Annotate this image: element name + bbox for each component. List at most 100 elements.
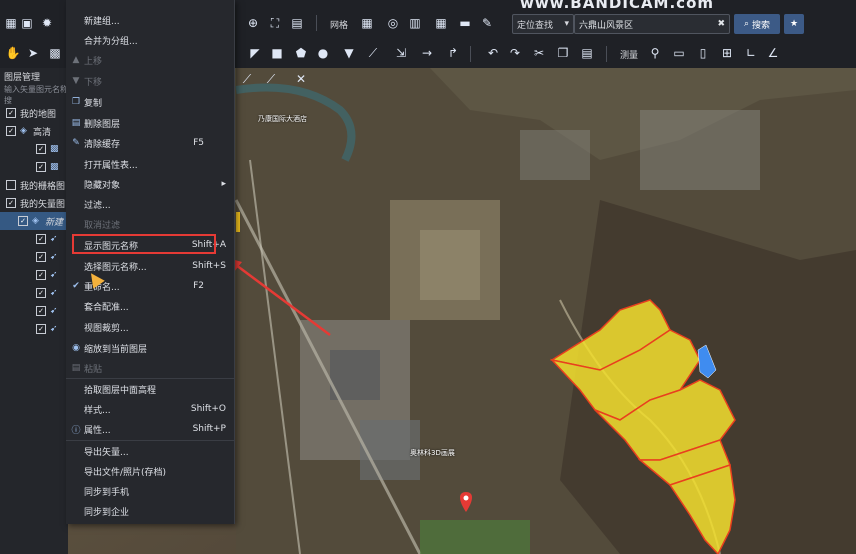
layer-icon[interactable]: ▤ — [288, 14, 306, 32]
check-icon: ✔ — [72, 281, 80, 291]
checkbox[interactable]: ✓ — [36, 270, 46, 280]
checkbox[interactable]: ✓ — [36, 306, 46, 316]
checkbox[interactable]: ✓ — [6, 126, 16, 136]
menu-item-delete-layer[interactable]: ▤ 删除图层 — [66, 113, 234, 133]
checkbox[interactable]: ✓ — [36, 144, 46, 154]
measure-label[interactable]: 测量 — [620, 48, 638, 61]
menu-item-export-vector[interactable]: 导出矢量... — [66, 441, 234, 461]
menu-item-sync-enterprise[interactable]: 同步到企业 — [66, 501, 234, 521]
save-icon[interactable]: ▣ — [18, 14, 36, 32]
vector-icon: ➹ — [50, 234, 58, 244]
circle-icon[interactable]: ● — [314, 44, 332, 62]
distance-icon[interactable]: ▯ — [694, 44, 712, 62]
pin-icon[interactable]: ⚲ — [646, 44, 664, 62]
layer-icon: ◈ — [20, 126, 27, 136]
area-icon[interactable]: ⊞ — [718, 44, 736, 62]
checkbox[interactable]: ✓ — [36, 234, 46, 244]
export-icon[interactable]: ⇲ — [392, 44, 410, 62]
search-input[interactable]: 六鼎山风景区 ✖ — [574, 14, 730, 34]
checkbox[interactable]: ✓ — [6, 108, 16, 118]
submenu-arrow-icon: ▸ — [221, 179, 226, 189]
favorite-button[interactable]: ★ — [784, 14, 804, 34]
context-menu: 新建组... 合并为分组... ▲ 上移 ▼ 下移 ❐ 复制 ▤ 删除图层 ✎ 清除缓存 F… — [66, 0, 235, 524]
map-label-gallery: 奥林科3D画展 — [410, 449, 455, 457]
layer-icon: ▩ — [50, 162, 59, 172]
brush-icon[interactable]: ✎ — [478, 14, 496, 32]
checkbox[interactable]: ✓ — [36, 252, 46, 262]
menu-item-new-group[interactable]: 新建组... — [66, 10, 234, 30]
menu-item-hide-objects[interactable]: 隐藏对象 ▸ — [66, 174, 234, 194]
gear-icon[interactable]: ✹ — [38, 14, 56, 32]
menu-item-style[interactable]: 样式... Shift+O — [66, 399, 234, 419]
menu-item-zoom-to-layer[interactable]: ◉ 缩放到当前图层 — [66, 338, 234, 358]
search-button[interactable]: ⌕ 搜索 — [734, 14, 780, 34]
arrow-right-icon[interactable]: → — [418, 44, 436, 62]
line-edit-icon[interactable]: ⟋ — [364, 44, 382, 62]
window-icon[interactable]: ▬ — [456, 14, 474, 32]
pentagon-icon[interactable]: ⬟ — [292, 44, 310, 62]
menu-item-view-clip[interactable]: 视图裁剪... — [66, 317, 234, 337]
angle-icon[interactable]: ∟ — [742, 44, 760, 62]
locate-select-value: 定位查找 — [517, 20, 554, 31]
image-icon[interactable]: ▩ — [46, 44, 64, 62]
flag-icon[interactable]: ◤ — [246, 44, 264, 62]
arrow-down-icon: ▼ — [72, 76, 80, 86]
checkbox[interactable] — [6, 180, 16, 190]
pointer-icon[interactable]: ➤ — [24, 44, 42, 62]
menu-item-clear-cache[interactable]: ✎ 清除缓存 F5 — [66, 133, 234, 153]
locate-select[interactable]: 定位查找 ▾ — [512, 14, 574, 34]
compass-icon[interactable]: ◎ — [384, 14, 402, 32]
menu-item-sync-phone[interactable]: 同步到手机 — [66, 481, 234, 501]
vector-icon: ➹ — [50, 252, 58, 262]
zoom-icon[interactable]: ⊕ — [244, 14, 262, 32]
menu-item-properties[interactable]: ⓘ 属性... Shift+P — [66, 419, 234, 439]
tree-item[interactable]: ✓ 我的地图 — [0, 104, 74, 122]
watermark: www.BANDICAM.com — [520, 0, 715, 12]
copy-icon[interactable]: ❐ — [554, 44, 572, 62]
menu-item-pick-elevation[interactable]: 拾取图层中面高程 — [66, 379, 234, 399]
pencil-line-icon[interactable]: ⟋ — [262, 70, 280, 88]
clear-icon[interactable]: ✖ — [717, 19, 725, 29]
menu-item-registration[interactable]: 套合配准... — [66, 296, 234, 316]
paste-icon[interactable]: ▤ — [578, 44, 596, 62]
layer-search-input[interactable]: 输入矢量图元名称搜 — [0, 84, 68, 105]
vector-icon: ➹ — [50, 306, 58, 316]
layers-icon[interactable]: ▦ — [432, 14, 450, 32]
search-button-label: 搜索 — [752, 20, 771, 31]
menu-item-move-down[interactable]: ▼ 下移 — [66, 71, 234, 91]
pencil-icon[interactable]: ⟋ — [238, 70, 256, 88]
close-icon[interactable]: ✕ — [292, 70, 310, 88]
vector-icon: ➹ — [50, 324, 58, 334]
menu-item-open-attribute-table[interactable]: 打开属性表... — [66, 154, 234, 174]
funnel-icon[interactable]: ▼ — [340, 44, 358, 62]
table-icon[interactable]: ▥ — [406, 14, 424, 32]
menu-item-export-file[interactable]: 导出文件/照片(存档) — [66, 461, 234, 481]
chevron-down-icon: ▾ — [564, 19, 569, 29]
checkbox[interactable]: ✓ — [18, 216, 28, 226]
ruler-icon[interactable]: ▭ — [670, 44, 688, 62]
slope-icon[interactable]: ∠ — [764, 44, 782, 62]
redo-icon[interactable]: ↷ — [506, 44, 524, 62]
checkbox[interactable]: ✓ — [6, 198, 16, 208]
undo-icon[interactable]: ↶ — [484, 44, 502, 62]
menu-item-filter[interactable]: 过滤... — [66, 194, 234, 214]
scissors-icon[interactable]: ✂ — [530, 44, 548, 62]
layer-icon: ▩ — [50, 144, 59, 154]
menu-item-copy[interactable]: ❐ 复制 — [66, 92, 234, 112]
menu-item-paste[interactable]: ▤ 粘贴 — [66, 358, 234, 378]
curve-icon[interactable]: ↱ — [444, 44, 462, 62]
tree-item[interactable]: ✓ ◈ 高清 — [0, 122, 74, 140]
tree-item[interactable]: 我的栅格图 — [0, 176, 74, 194]
checkbox[interactable]: ✓ — [36, 288, 46, 298]
grid-label[interactable]: 网格 — [330, 18, 348, 31]
fit-icon[interactable]: ⛶ — [266, 14, 284, 32]
hand-icon[interactable]: ✋ — [4, 44, 22, 62]
rectangle-icon[interactable]: ■ — [268, 44, 286, 62]
menu-item-move-up[interactable]: ▲ 上移 — [66, 50, 234, 70]
checkbox[interactable]: ✓ — [36, 324, 46, 334]
checkbox[interactable]: ✓ — [36, 162, 46, 172]
menu-item-cancel-filter[interactable]: 取消过滤 — [66, 214, 234, 234]
grid-icon[interactable]: ▦ — [358, 14, 376, 32]
menu-item-merge-group[interactable]: 合并为分组... — [66, 30, 234, 50]
tree-item[interactable]: ✓ 我的矢量图 — [0, 194, 74, 212]
